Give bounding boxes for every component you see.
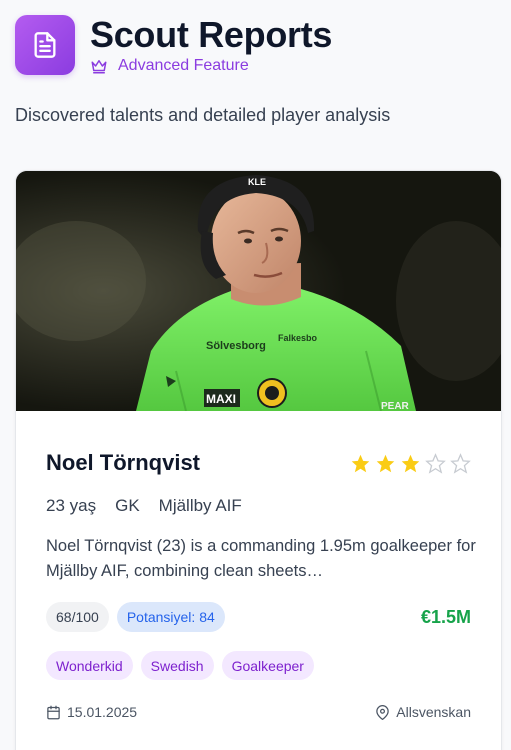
svg-text:KLE: KLE (248, 177, 266, 187)
document-icon (15, 15, 75, 75)
player-position: GK (115, 496, 140, 515)
calendar-icon (47, 705, 60, 719)
page-subtitle: Discovered talents and detailed player a… (15, 105, 391, 125)
stats-row: 68/100 Potansiyel: 84 €1.5M (46, 601, 471, 633)
tag-chip[interactable]: Wonderkid (46, 651, 133, 680)
report-description: Noel Törnqvist (23) is a commanding 1.95… (46, 537, 476, 580)
svg-text:Sölvesborg: Sölvesborg (206, 340, 266, 352)
player-photo: KLE Sölvesborg Falkesbo MAXI PEAR (16, 171, 501, 411)
scout-reports-page: Scout Reports Advanced Feature Discovere… (0, 0, 511, 750)
star-empty-icon (425, 452, 446, 474)
rating-stars (350, 452, 471, 474)
report-league: Allsvenskan (375, 704, 471, 720)
player-club: Mjällby AIF (158, 496, 242, 515)
scout-report-card[interactable]: KLE Sölvesborg Falkesbo MAXI PEAR Noel T… (15, 170, 502, 750)
star-filled-icon (401, 454, 420, 472)
svg-text:MAXI: MAXI (206, 392, 236, 406)
star-filled-icon (351, 454, 370, 472)
tag-chip[interactable]: Goalkeeper (221, 651, 314, 680)
page-header: Scout Reports Advanced Feature (15, 15, 332, 75)
feature-label: Advanced Feature (118, 57, 249, 74)
crown-icon (90, 57, 108, 75)
market-value: €1.5M (420, 606, 471, 627)
star-empty-icon (450, 452, 471, 474)
report-league-text: Allsvenskan (396, 704, 471, 720)
name-row: Noel Törnqvist (46, 448, 471, 478)
card-footer: 15.01.2025 Allsvenskan (46, 704, 471, 720)
report-date: 15.01.2025 (46, 704, 137, 720)
svg-text:Falkesbo: Falkesbo (278, 333, 318, 343)
feature-badge: Advanced Feature (90, 57, 332, 75)
svg-text:PEAR: PEAR (381, 401, 410, 411)
player-age: 23 yaş (46, 496, 97, 515)
tags-row: Wonderkid Swedish Goalkeeper (46, 651, 314, 680)
page-title: Scout Reports (90, 14, 333, 55)
player-meta: 23 yaş GK Mjällby AIF (46, 496, 242, 516)
star-filled-icon (376, 454, 395, 472)
player-name: Noel Törnqvist (46, 450, 201, 475)
map-pin-icon (376, 704, 390, 720)
score-badge: 68/100 (46, 602, 109, 632)
potential-badge: Potansiyel: 84 (116, 602, 225, 632)
tag-chip[interactable]: Swedish (140, 651, 214, 680)
report-date-text: 15.01.2025 (67, 704, 138, 720)
